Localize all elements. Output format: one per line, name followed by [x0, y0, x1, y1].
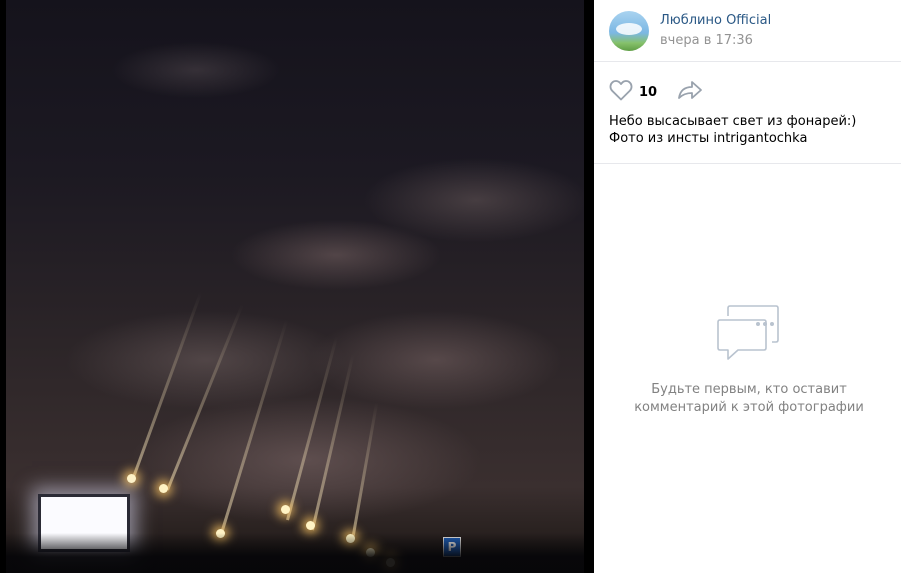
post-sidebar: Люблино Official вчера в 17:36 10 Небо в…	[594, 0, 901, 573]
photo-viewer: P	[0, 0, 594, 573]
like-button[interactable]: 10	[609, 79, 657, 105]
light-beam	[351, 401, 379, 541]
post-description: Небо высасывает свет из фонарей:) Фото и…	[609, 113, 889, 147]
avatar[interactable]	[609, 11, 649, 51]
street-lamp	[159, 484, 168, 493]
avatar-logo	[616, 23, 642, 35]
divider	[594, 163, 901, 164]
light-beam	[131, 291, 203, 481]
empty-comments-line: комментарий к этой фотографии	[634, 400, 864, 415]
street-ground	[6, 533, 584, 573]
post-date[interactable]: вчера в 17:36	[660, 33, 753, 48]
light-beam	[166, 304, 244, 491]
street-lamp	[306, 521, 315, 530]
post-actions: 10	[609, 80, 703, 104]
description-line: Фото из инсты intrigantochka	[609, 131, 808, 146]
light-beam	[221, 319, 289, 531]
comments-bubble-icon	[716, 304, 780, 366]
empty-comments-line: Будьте первым, кто оставит	[651, 382, 847, 397]
heart-icon	[609, 79, 633, 105]
description-line: Небо высасывает свет из фонарей:)	[609, 114, 857, 129]
author-link[interactable]: Люблино Official	[660, 13, 771, 28]
post-header: Люблино Official вчера в 17:36	[594, 0, 901, 62]
share-button[interactable]	[677, 80, 703, 104]
like-count: 10	[639, 84, 658, 100]
light-beam	[311, 354, 355, 531]
empty-comments-text: Будьте первым, кто оставит комментарий к…	[624, 381, 874, 417]
light-beam	[286, 336, 339, 521]
share-arrow-icon	[677, 80, 703, 104]
street-lamp	[127, 474, 136, 483]
street-lamp	[281, 505, 290, 514]
post-photo[interactable]: P	[6, 0, 584, 573]
